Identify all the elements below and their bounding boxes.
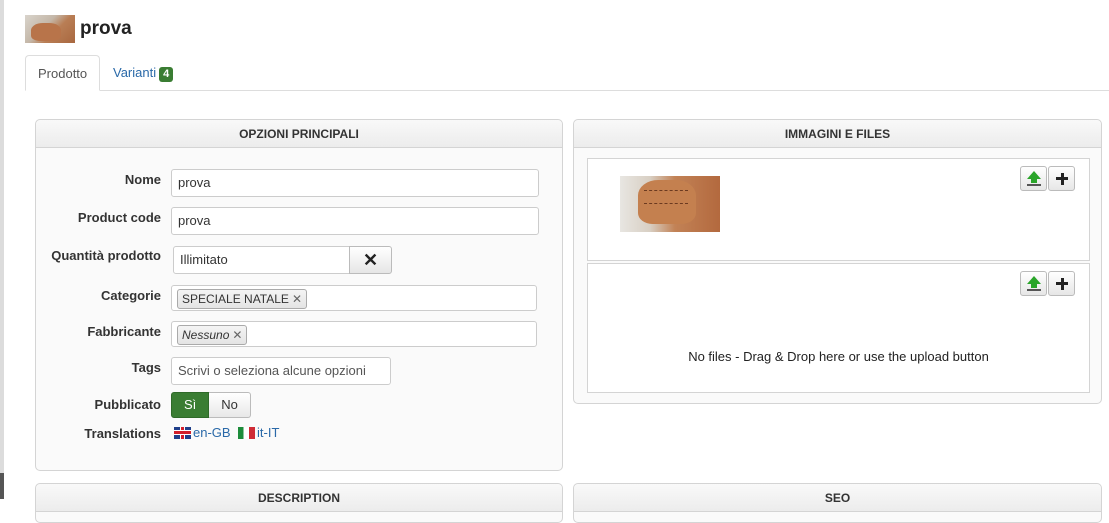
chip-label: SPECIALE NATALE bbox=[182, 292, 289, 306]
published-yes-button[interactable]: Sì bbox=[171, 392, 210, 418]
panel-title: DESCRIPTION bbox=[36, 484, 562, 512]
no-files-message: No files - Drag & Drop here or use the u… bbox=[688, 349, 989, 364]
lang-label: it-IT bbox=[257, 425, 280, 440]
description-panel: DESCRIPTION bbox=[35, 483, 563, 523]
italy-flag-icon bbox=[238, 426, 255, 439]
published-no-button[interactable]: No bbox=[209, 392, 251, 418]
chip-label: Nessuno bbox=[182, 328, 230, 342]
tab-label: Varianti bbox=[113, 65, 157, 80]
page-title: prova bbox=[80, 18, 132, 39]
files-dropzone[interactable]: No files - Drag & Drop here or use the u… bbox=[587, 263, 1090, 393]
upload-file-button[interactable] bbox=[1020, 271, 1047, 296]
images-dropzone[interactable] bbox=[587, 158, 1090, 261]
remove-chip-icon[interactable]: ✕ bbox=[232, 328, 242, 342]
window-edge bbox=[0, 0, 4, 499]
category-chip: SPECIALE NATALE ✕ bbox=[177, 289, 307, 309]
panel-title: SEO bbox=[574, 484, 1101, 512]
lang-label: en-GB bbox=[193, 425, 231, 440]
published-label: Pubblicato bbox=[94, 397, 161, 412]
tab-varianti[interactable]: Varianti 4 bbox=[101, 55, 185, 91]
quantity-input[interactable]: Illimitato bbox=[173, 246, 350, 274]
tags-label: Tags bbox=[131, 360, 161, 375]
close-icon: ✕ bbox=[362, 250, 379, 270]
name-input[interactable]: prova bbox=[171, 169, 539, 197]
product-code-input[interactable]: prova bbox=[171, 207, 539, 235]
categories-label: Categorie bbox=[101, 288, 161, 303]
uk-flag-icon bbox=[174, 426, 191, 439]
categories-select[interactable]: SPECIALE NATALE ✕ bbox=[171, 285, 537, 311]
variant-count-badge: 4 bbox=[159, 67, 174, 82]
media-panel: IMMAGINI E FILES No files - Drag & Drop … bbox=[573, 119, 1102, 404]
tags-input[interactable]: Scrivi o seleziona alcune opzioni bbox=[171, 357, 391, 385]
product-code-label: Product code bbox=[77, 210, 161, 225]
translations-label: Translations bbox=[84, 426, 161, 441]
tab-bar: Prodotto Varianti 4 bbox=[25, 55, 1109, 91]
upload-image-button[interactable] bbox=[1020, 166, 1047, 191]
name-label: Nome bbox=[124, 172, 161, 187]
main-options-panel: OPZIONI PRINCIPALI Nome prova Product co… bbox=[35, 119, 563, 471]
product-thumbnail bbox=[25, 15, 75, 43]
translation-it-it[interactable]: it-IT bbox=[238, 425, 279, 440]
manufacturer-chip: Nessuno ✕ bbox=[177, 325, 248, 345]
manufacturer-label: Fabbricante bbox=[87, 324, 161, 339]
panel-title: IMMAGINI E FILES bbox=[574, 120, 1101, 148]
product-image[interactable] bbox=[620, 176, 720, 232]
tab-label: Prodotto bbox=[38, 66, 88, 81]
translation-en-gb[interactable]: en-GB bbox=[174, 425, 231, 440]
quantity-label: Quantità prodotto bbox=[51, 248, 161, 263]
page-header: prova bbox=[25, 15, 132, 43]
remove-chip-icon[interactable]: ✕ bbox=[292, 292, 302, 306]
tab-prodotto[interactable]: Prodotto bbox=[25, 55, 100, 91]
manufacturer-select[interactable]: Nessuno ✕ bbox=[171, 321, 537, 347]
seo-panel: SEO bbox=[573, 483, 1102, 523]
add-image-button[interactable] bbox=[1048, 166, 1075, 191]
panel-title: OPZIONI PRINCIPALI bbox=[36, 120, 562, 148]
published-toggle: Sì No bbox=[171, 392, 251, 418]
add-file-button[interactable] bbox=[1048, 271, 1075, 296]
clear-quantity-button[interactable]: ✕ bbox=[349, 246, 392, 274]
